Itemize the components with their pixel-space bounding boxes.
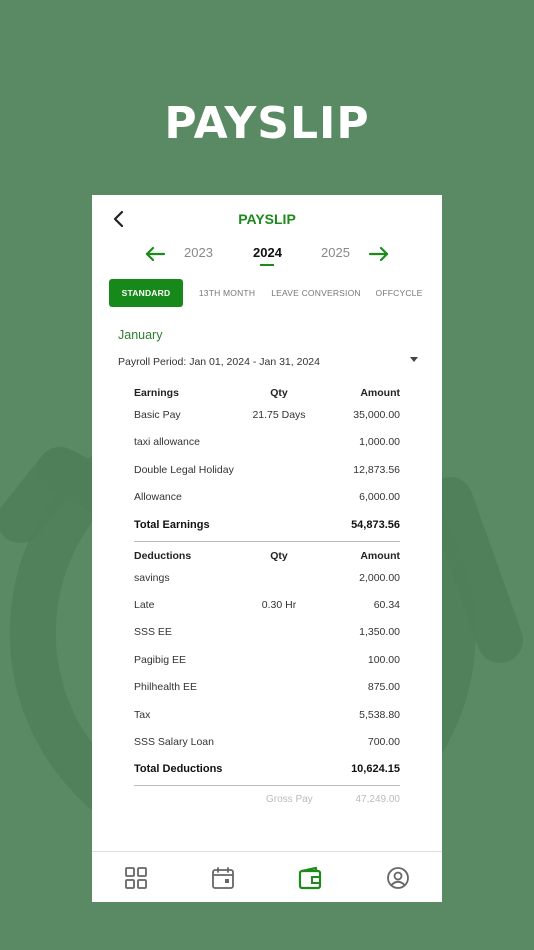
total-deductions-label: Total Deductions	[134, 763, 223, 776]
nav-calendar[interactable]	[211, 866, 235, 890]
deduction-amount: 875.00	[367, 681, 400, 694]
previous-year-button[interactable]	[144, 245, 166, 263]
total-earnings-row: Total Earnings 54,873.56	[134, 519, 400, 541]
year-indicator	[260, 264, 274, 266]
total-earnings-label: Total Earnings	[134, 518, 210, 531]
deduction-name: Tax	[134, 708, 151, 721]
deduction-name: Pagibig EE	[134, 653, 186, 666]
wallet-icon	[298, 866, 322, 890]
earning-amount: 1,000.00	[359, 436, 400, 449]
divider	[134, 540, 400, 542]
earning-row: Basic Pay 21.75 Days 35,000.00	[134, 409, 400, 436]
deduction-amount: 60.34	[373, 598, 400, 611]
earning-name: Allowance	[134, 491, 182, 504]
deduction-name: Late	[134, 598, 155, 611]
deduction-name: Philhealth EE	[134, 681, 198, 694]
arrow-right-icon	[368, 246, 389, 262]
payslip-screen: PAYSLIP 2023 2024 2025 STANDARD 13TH MON…	[92, 195, 442, 902]
year-current[interactable]: 2024	[253, 245, 282, 260]
divider	[134, 785, 400, 787]
earning-amount: 12,873.56	[353, 463, 400, 476]
earning-name: taxi allowance	[134, 436, 200, 449]
month-heading: January	[118, 328, 163, 342]
payslip-table: Earnings Qty Amount Basic Pay 21.75 Days…	[134, 387, 400, 808]
calendar-icon	[212, 867, 234, 889]
deduction-amount: 100.00	[367, 653, 400, 666]
amount-header: Amount	[360, 549, 400, 562]
earning-amount: 6,000.00	[359, 491, 400, 504]
earning-qty: 21.75 Days	[252, 409, 306, 421]
total-deductions-amount: 10,624.15	[351, 763, 400, 776]
payroll-period-label: Payroll Period: Jan 01, 2024 - Jan 31, 2…	[118, 356, 320, 368]
deduction-name: savings	[134, 571, 170, 584]
deduction-row: Pagibig EE 100.00	[134, 654, 400, 681]
earning-row: Double Legal Holiday 12,873.56	[134, 464, 400, 491]
tab-leave-conversion[interactable]: LEAVE CONVERSION	[270, 279, 362, 307]
total-earnings-amount: 54,873.56	[351, 518, 400, 531]
nav-payslip[interactable]	[298, 866, 322, 890]
earning-row: Allowance 6,000.00	[134, 491, 400, 518]
arrow-left-icon	[145, 246, 166, 262]
earning-name: Basic Pay	[134, 409, 181, 421]
amount-header: Amount	[360, 387, 400, 399]
nav-profile[interactable]	[386, 866, 410, 890]
deduction-name: SSS EE	[134, 626, 172, 639]
year-selector: 2023 2024 2025	[92, 243, 442, 279]
qty-header: Qty	[270, 387, 288, 399]
earning-name: Double Legal Holiday	[134, 463, 234, 476]
deduction-row: Philhealth EE 875.00	[134, 681, 400, 708]
deduction-qty: 0.30 Hr	[261, 598, 297, 611]
deduction-row: Late 0.30 Hr 60.34	[134, 599, 400, 626]
deduction-row: SSS EE 1,350.00	[134, 626, 400, 653]
tab-standard[interactable]: STANDARD	[109, 279, 183, 307]
nav-dashboard[interactable]	[124, 866, 148, 890]
dashboard-grid-icon	[125, 867, 147, 889]
payroll-period-dropdown[interactable]: Payroll Period: Jan 01, 2024 - Jan 31, 2…	[118, 352, 418, 368]
partial-amount: 47,249.00	[355, 794, 401, 806]
deduction-amount: 700.00	[367, 735, 400, 748]
next-year-button[interactable]	[368, 245, 390, 263]
top-bar: PAYSLIP	[92, 195, 442, 243]
deduction-amount: 5,538.80	[359, 708, 400, 721]
year-prev[interactable]: 2023	[184, 245, 213, 260]
deductions-header: Deductions	[134, 549, 192, 562]
earnings-header-row: Earnings Qty Amount	[134, 387, 400, 409]
partial-row: Gross Pay 47,249.00	[134, 794, 400, 808]
qty-header: Qty	[270, 549, 288, 562]
hero-title: PAYSLIP	[164, 98, 370, 149]
deduction-row: Tax 5,538.80	[134, 709, 400, 736]
tab-offcycle[interactable]: OFFCYCLE	[372, 279, 426, 307]
earning-row: taxi allowance 1,000.00	[134, 436, 400, 463]
deduction-name: SSS Salary Loan	[134, 735, 214, 748]
year-next[interactable]: 2025	[321, 245, 350, 260]
profile-icon	[387, 867, 409, 889]
partial-label: Gross Pay	[266, 794, 313, 806]
deductions-header-row: Deductions Qty Amount	[134, 550, 400, 572]
earning-amount: 35,000.00	[353, 409, 400, 421]
deduction-amount: 2,000.00	[359, 571, 400, 584]
bottom-navigation	[92, 851, 442, 902]
caret-down-icon	[410, 357, 418, 362]
tab-13th-month[interactable]: 13TH MONTH	[192, 279, 262, 307]
deduction-row: savings 2,000.00	[134, 572, 400, 599]
earnings-header: Earnings	[134, 387, 179, 399]
page-title: PAYSLIP	[238, 211, 296, 227]
deduction-row: SSS Salary Loan 700.00	[134, 736, 400, 763]
total-deductions-row: Total Deductions 10,624.15	[134, 763, 400, 785]
payslip-type-tabs: STANDARD 13TH MONTH LEAVE CONVERSION OFF…	[92, 279, 442, 323]
deduction-amount: 1,350.00	[359, 626, 400, 639]
